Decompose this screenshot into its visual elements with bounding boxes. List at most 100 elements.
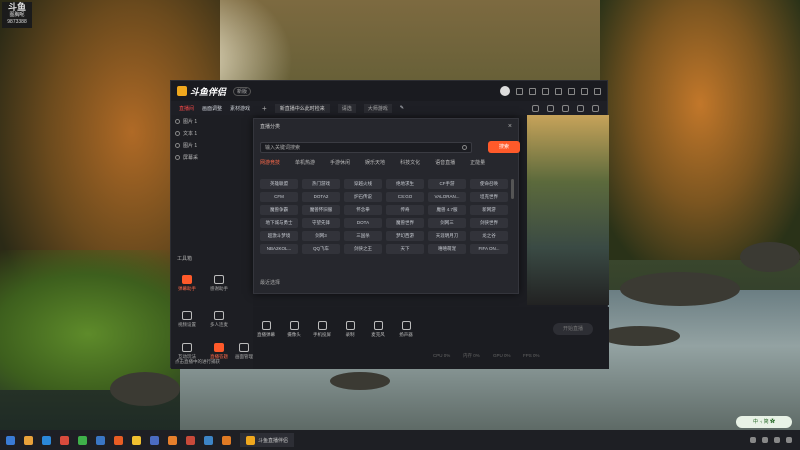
stream-title-field[interactable]: 新直播中么此时检来 xyxy=(274,103,330,113)
capture-hint[interactable]: 点击直播中的进行捕获 xyxy=(175,359,220,365)
source-item[interactable]: 图片 1 xyxy=(171,115,253,127)
tool-scene-manage[interactable]: 画面管理 xyxy=(233,343,255,360)
tool-thanks-assistant[interactable]: 感谢助手 xyxy=(205,275,233,292)
folder-icon[interactable] xyxy=(132,435,141,445)
app-icon[interactable] xyxy=(96,435,105,445)
game-category-item[interactable]: CF手游 xyxy=(428,179,466,189)
game-category-item[interactable]: 剑侠世界 xyxy=(470,218,508,228)
wechat-icon[interactable] xyxy=(78,435,87,445)
title-select-chip[interactable]: 请选 xyxy=(337,103,356,113)
maximize-icon[interactable] xyxy=(581,87,588,95)
game-category-item[interactable]: VALORAN... xyxy=(428,192,466,202)
game-category-item[interactable]: CS:GO xyxy=(386,192,424,202)
app-icon[interactable] xyxy=(60,435,69,445)
image-icon[interactable] xyxy=(547,104,554,112)
phone-cast-button[interactable]: 手机投屏 xyxy=(309,321,335,338)
minimize-icon[interactable] xyxy=(568,87,575,95)
microphone-button[interactable]: 麦克风 xyxy=(365,321,391,338)
category-search-input[interactable]: 输入关键词搜索 xyxy=(260,141,472,153)
visibility-icon[interactable] xyxy=(175,130,180,136)
game-category-item[interactable]: DOTA xyxy=(344,218,382,228)
app-icon[interactable] xyxy=(168,435,177,445)
share-icon[interactable] xyxy=(592,104,599,112)
tab-positive-energy[interactable]: 正能量 xyxy=(470,159,485,166)
network-icon[interactable] xyxy=(786,437,792,443)
game-category-item[interactable]: 剑侠之王 xyxy=(344,244,382,254)
volume-icon[interactable] xyxy=(774,437,780,443)
start-live-button[interactable]: 开始直播 xyxy=(553,323,593,335)
game-category-item[interactable]: 地下城与勇士 xyxy=(260,218,298,228)
tool-interactive-play[interactable]: 互动玩法 xyxy=(173,343,201,360)
app-icon[interactable] xyxy=(222,435,231,445)
tool-live-quiz[interactable]: 直播答题 xyxy=(205,343,233,360)
tab-voice-live[interactable]: 语音直播 xyxy=(435,159,455,166)
record-icon[interactable] xyxy=(532,104,539,112)
app-icon[interactable] xyxy=(186,435,195,445)
game-category-item[interactable]: FIFA ON... xyxy=(470,244,508,254)
tab-material-game[interactable]: 素材游戏 xyxy=(230,105,250,112)
game-category-item[interactable]: 热门游戏 xyxy=(302,179,340,189)
layout-icon[interactable] xyxy=(562,104,569,112)
app-icon[interactable] xyxy=(150,435,159,445)
tab-single-player[interactable]: 单机热游 xyxy=(295,159,315,166)
app-icon[interactable] xyxy=(204,435,213,445)
tab-mobile-games[interactable]: 手游休闲 xyxy=(330,159,350,166)
game-category-item[interactable]: QQ飞车 xyxy=(302,244,340,254)
visibility-icon[interactable] xyxy=(175,154,180,160)
game-category-item[interactable]: 梦幻西游 xyxy=(386,231,424,241)
tab-tech-culture[interactable]: 科技文化 xyxy=(400,159,420,166)
game-category-item[interactable]: 魔兽世界 xyxy=(386,218,424,228)
game-category-item[interactable]: 炉石传说 xyxy=(344,192,382,202)
search-button[interactable]: 搜索 xyxy=(488,141,520,153)
app-icon[interactable] xyxy=(114,435,123,445)
game-category-item[interactable]: 龙之谷 xyxy=(470,231,508,241)
game-category-item[interactable]: 守望先锋 xyxy=(302,218,340,228)
game-category-item[interactable]: 绝地求生 xyxy=(386,179,424,189)
tab-entertainment[interactable]: 娱乐天地 xyxy=(365,159,385,166)
game-category-item[interactable]: 怀念拳 xyxy=(344,205,382,215)
search-icon[interactable] xyxy=(462,144,467,150)
menu-icon[interactable] xyxy=(555,87,562,95)
ime-indicator[interactable]: 中 ·₎ 简 ✿ xyxy=(736,416,792,428)
edit-icon[interactable]: ✎ xyxy=(400,105,404,111)
tab-picture-adjust[interactable]: 画面调整 xyxy=(202,105,222,112)
game-category-item[interactable]: 新网游 xyxy=(470,205,508,215)
game-category-item[interactable]: 嘻嘻萌宠 xyxy=(428,244,466,254)
version-badge[interactable]: 新版 xyxy=(233,86,252,96)
speaker-button[interactable]: 扬声器 xyxy=(393,321,419,338)
game-category-item[interactable]: 坦克世界 xyxy=(470,192,508,202)
notification-icon[interactable] xyxy=(577,104,584,112)
game-category-item[interactable]: NBA2KOL... xyxy=(260,244,298,254)
game-category-item[interactable]: DOTA2 xyxy=(302,192,340,202)
visibility-icon[interactable] xyxy=(175,142,180,148)
game-category-item[interactable]: 剑网3 xyxy=(302,231,340,241)
game-category-item[interactable]: 魔兽怀旧服 xyxy=(302,205,340,215)
source-item[interactable]: 文本 1 xyxy=(171,127,253,139)
game-category-item[interactable]: CFM xyxy=(260,192,298,202)
camera-button[interactable]: 摄像头 xyxy=(281,321,307,338)
game-category-item[interactable]: 天涯明月刀 xyxy=(428,231,466,241)
skin-icon[interactable] xyxy=(542,87,549,95)
tab-live-room[interactable]: 直播间 xyxy=(179,105,194,112)
category-chip[interactable]: 大师游戏 xyxy=(363,103,392,113)
record-button[interactable]: 录制 xyxy=(337,321,363,338)
tool-multi-mic[interactable]: 多人连麦 xyxy=(205,311,233,328)
add-scene-icon[interactable]: + xyxy=(262,104,267,113)
visibility-icon[interactable] xyxy=(175,118,180,124)
tool-video-settings[interactable]: 视频设置 xyxy=(173,311,201,328)
game-category-item[interactable]: 超激斗梦境 xyxy=(260,231,298,241)
game-category-item[interactable]: 传奇 xyxy=(386,205,424,215)
close-icon[interactable]: × xyxy=(508,123,512,130)
taskbar-active-app[interactable]: 斗鱼直播伴侣 xyxy=(240,433,295,447)
tab-online-games[interactable]: 网游竞技 xyxy=(260,159,280,166)
tool-danmaku-assistant[interactable]: 弹幕助手 xyxy=(173,275,201,292)
game-category-item[interactable]: 穿越火线 xyxy=(344,179,382,189)
tray-icon[interactable] xyxy=(750,437,756,443)
game-category-item[interactable]: 三国杀 xyxy=(344,231,382,241)
dialog-scrollbar[interactable] xyxy=(511,179,514,199)
game-category-item[interactable]: 天下 xyxy=(386,244,424,254)
danmaku-button[interactable]: 直播弹幕 xyxy=(253,321,279,338)
start-menu-icon[interactable] xyxy=(6,435,15,445)
game-category-item[interactable]: 使命召唤 xyxy=(470,179,508,189)
gift-icon[interactable] xyxy=(529,87,536,95)
